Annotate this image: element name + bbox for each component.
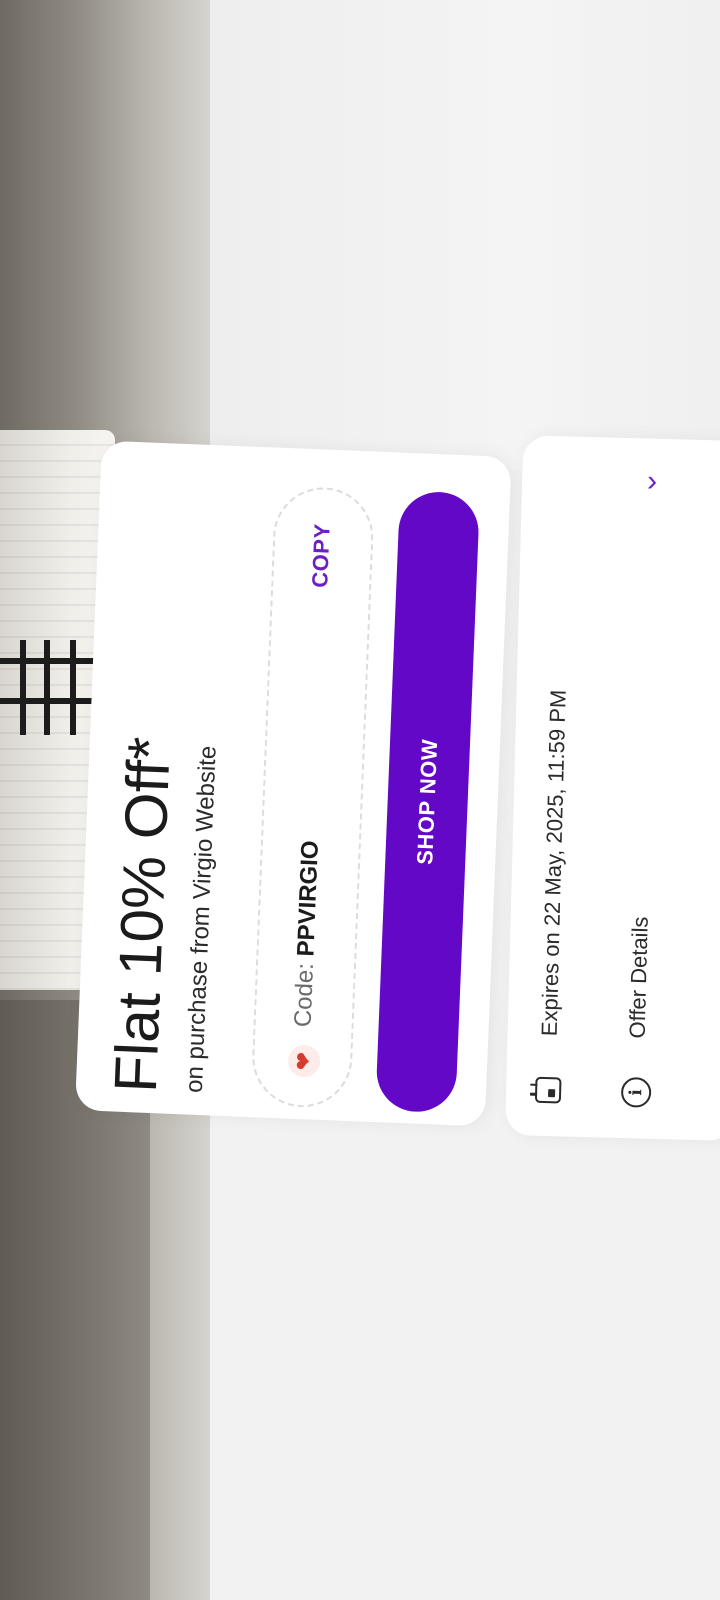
offer-subtitle: on purchase from Virgio Website xyxy=(180,745,222,1094)
offer-info-card: Expires on 22 May, 2025, 11:59 PM i Offe… xyxy=(505,435,720,1142)
shop-now-button[interactable]: SHOP NOW xyxy=(375,490,481,1114)
coupon-code-value: PPVIRGIO xyxy=(292,839,324,957)
offer-details-label: Offer Details xyxy=(624,916,653,1039)
offer-details-row[interactable]: i Offer Details › xyxy=(606,464,683,1109)
calendar-icon xyxy=(532,1074,565,1107)
expiry-row: Expires on 22 May, 2025, 11:59 PM xyxy=(518,466,595,1107)
offer-card: Flat 10% Off* on purchase from Virgio We… xyxy=(75,440,512,1127)
coupon-code-label: Code: xyxy=(289,955,320,1028)
copy-button[interactable]: COPY xyxy=(307,523,336,588)
coupon-code-text: Code: PPVIRGIO xyxy=(290,840,325,1028)
rotated-screen: Flat 10% Off* on purchase from Virgio We… xyxy=(0,0,720,1600)
heart-icon: ❤ xyxy=(287,1044,321,1078)
chevron-right-icon: › xyxy=(646,464,658,498)
offer-title: Flat 10% Off* xyxy=(101,735,184,1094)
coupon-code-box: ❤ Code: PPVIRGIO COPY xyxy=(250,485,376,1110)
info-icon: i xyxy=(620,1076,653,1109)
shop-now-label: SHOP NOW xyxy=(412,738,443,866)
expiry-text: Expires on 22 May, 2025, 11:59 PM xyxy=(536,689,571,1037)
